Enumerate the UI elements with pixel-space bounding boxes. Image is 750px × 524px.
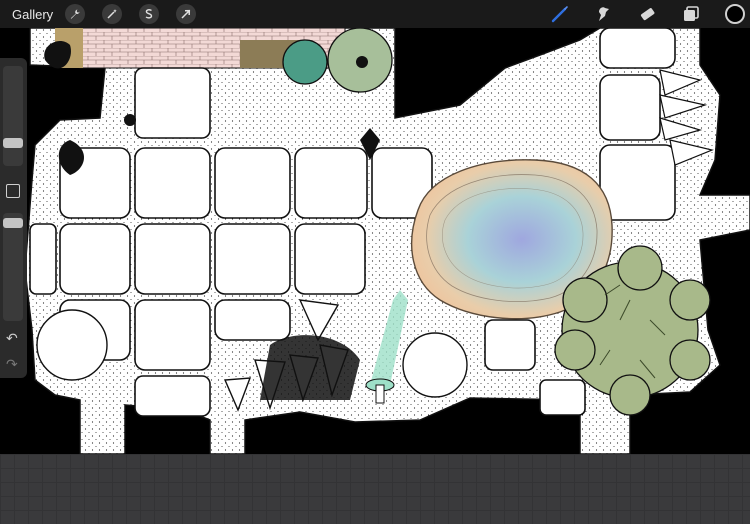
modify-button[interactable]: [6, 184, 20, 198]
map-artwork: [24, 28, 750, 454]
brush-size-thumb[interactable]: [3, 138, 23, 148]
undo-icon[interactable]: ↶: [6, 330, 18, 347]
left-sidebar: ↶ ↷: [0, 58, 27, 378]
layers-icon[interactable]: [681, 4, 701, 24]
opacity-thumb[interactable]: [3, 218, 23, 228]
brush-size-slider[interactable]: [3, 66, 23, 166]
color-picker-swatch[interactable]: [725, 4, 745, 24]
selection-icon[interactable]: [139, 4, 160, 24]
magic-wand-icon[interactable]: [102, 4, 123, 24]
empty-canvas-area: [0, 454, 750, 524]
gallery-button[interactable]: Gallery: [12, 7, 53, 22]
shrub-bottom: [402, 332, 468, 398]
wrench-icon[interactable]: [65, 4, 86, 24]
drawing-canvas[interactable]: [0, 28, 750, 454]
top-toolbar: Gallery: [0, 0, 750, 28]
redo-icon[interactable]: ↷: [6, 356, 18, 373]
teal-bush: [282, 39, 328, 85]
brush-icon[interactable]: [550, 4, 570, 24]
transform-arrow-icon[interactable]: [176, 4, 197, 24]
eraser-icon[interactable]: [637, 4, 657, 24]
smudge-icon[interactable]: [593, 4, 613, 24]
shrub-left: [36, 309, 108, 381]
opacity-slider[interactable]: [3, 213, 23, 321]
